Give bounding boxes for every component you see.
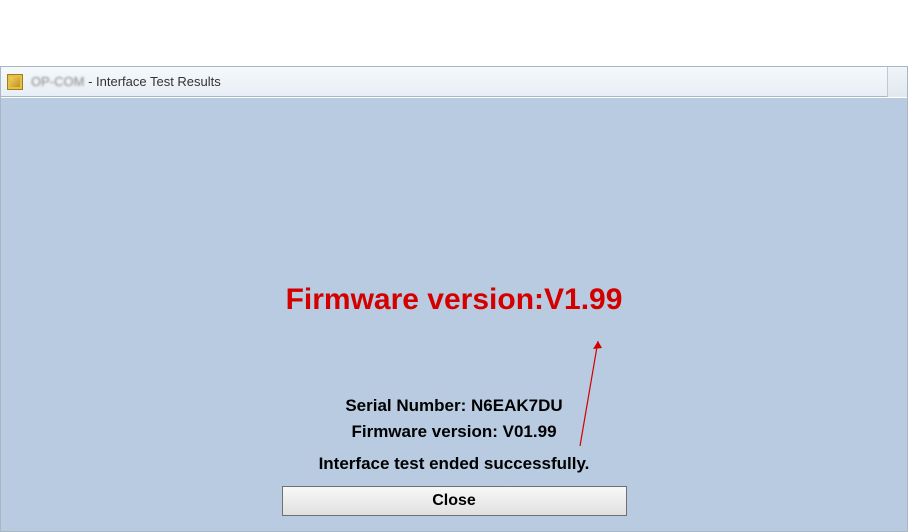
dialog-window: OP-COM - Interface Test Results Firmware… [0, 66, 908, 532]
app-icon [7, 74, 23, 90]
annotation-text: Firmware version:V1.99 [1, 283, 907, 317]
firmware-value: V01.99 [503, 422, 557, 441]
titlebar-control-area [887, 67, 907, 97]
window-title: OP-COM - Interface Test Results [31, 74, 221, 89]
titlebar: OP-COM - Interface Test Results [1, 67, 907, 97]
title-suffix: - Interface Test Results [84, 74, 220, 89]
firmware-label: Firmware version: [351, 422, 502, 441]
serial-label: Serial Number: [345, 396, 471, 415]
close-button[interactable]: Close [282, 486, 627, 516]
info-block: Serial Number: N6EAK7DU Firmware version… [1, 396, 907, 516]
status-message: Interface test ended successfully. [1, 454, 907, 474]
firmware-version-line: Firmware version: V01.99 [1, 422, 907, 442]
app-name: OP-COM [31, 74, 84, 89]
serial-value: N6EAK7DU [471, 396, 563, 415]
client-area: Firmware version:V1.99 Serial Number: N6… [1, 98, 907, 531]
serial-number-line: Serial Number: N6EAK7DU [1, 396, 907, 416]
